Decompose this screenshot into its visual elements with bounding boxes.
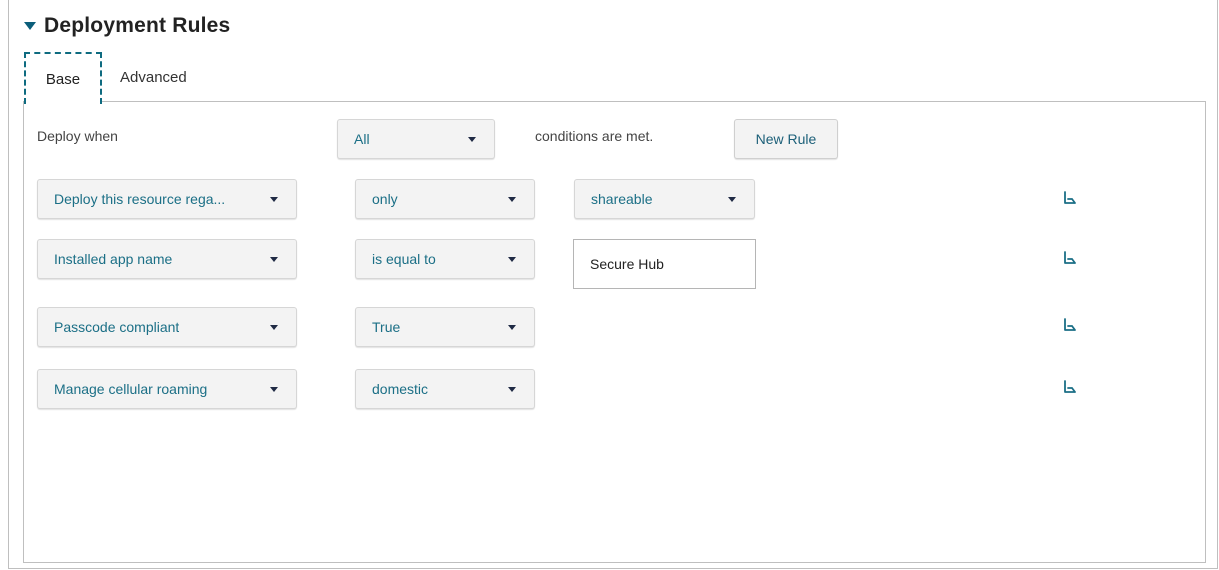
section-title: Deployment Rules bbox=[44, 14, 231, 37]
rule-property-value: Deploy this resource rega... bbox=[54, 191, 226, 207]
new-rule-button[interactable]: New Rule bbox=[734, 119, 838, 159]
delete-rule-icon[interactable] bbox=[1063, 251, 1077, 265]
rule-property-value: Installed app name bbox=[54, 251, 173, 267]
chevron-down-icon bbox=[508, 387, 516, 392]
rule-1-property-select[interactable]: Deploy this resource rega... bbox=[37, 179, 297, 219]
rule-1-operator-select[interactable]: only bbox=[355, 179, 535, 219]
chevron-down-icon bbox=[270, 387, 278, 392]
rule-4-operator-select[interactable]: domestic bbox=[355, 369, 535, 409]
chevron-down-icon bbox=[270, 197, 278, 202]
tab-base-label: Base bbox=[45, 70, 81, 88]
rule-2-operator-select[interactable]: is equal to bbox=[355, 239, 535, 279]
rule-property-value: Manage cellular roaming bbox=[54, 381, 208, 397]
chevron-down-icon bbox=[728, 197, 736, 202]
rule-4-property-select[interactable]: Manage cellular roaming bbox=[37, 369, 297, 409]
delete-rule-icon[interactable] bbox=[1063, 318, 1077, 332]
rule-value: shareable bbox=[591, 191, 653, 207]
tab-advanced-label: Advanced bbox=[120, 68, 187, 86]
section-toggle[interactable]: Deployment Rules bbox=[24, 14, 230, 38]
match-select[interactable]: All bbox=[337, 119, 495, 159]
chevron-down-icon bbox=[508, 325, 516, 330]
rule-operator-value: domestic bbox=[372, 381, 429, 397]
chevron-down-icon bbox=[270, 257, 278, 262]
chevron-down-icon bbox=[468, 137, 476, 142]
new-rule-button-label: New Rule bbox=[755, 131, 817, 147]
rule-2-property-select[interactable]: Installed app name bbox=[37, 239, 297, 279]
rule-2-value-input[interactable] bbox=[573, 239, 756, 289]
rule-1-value-select[interactable]: shareable bbox=[574, 179, 755, 219]
chevron-down-icon bbox=[270, 325, 278, 330]
caret-down-icon[interactable] bbox=[24, 22, 36, 30]
deploy-when-label: Deploy when bbox=[37, 128, 118, 144]
rule-property-value: Passcode compliant bbox=[54, 319, 180, 335]
rule-3-property-select[interactable]: Passcode compliant bbox=[37, 307, 297, 347]
rule-operator-value: True bbox=[372, 319, 401, 335]
match-select-value: All bbox=[354, 131, 370, 147]
tab-base[interactable]: Base bbox=[24, 52, 102, 104]
rule-operator-value: is equal to bbox=[372, 251, 436, 267]
delete-rule-icon[interactable] bbox=[1063, 191, 1077, 205]
delete-rule-icon[interactable] bbox=[1063, 380, 1077, 394]
chevron-down-icon bbox=[508, 197, 516, 202]
chevron-down-icon bbox=[508, 257, 516, 262]
tab-advanced[interactable]: Advanced bbox=[120, 52, 210, 102]
conditions-label: conditions are met. bbox=[535, 128, 654, 144]
rule-3-operator-select[interactable]: True bbox=[355, 307, 535, 347]
rule-operator-value: only bbox=[372, 191, 398, 207]
